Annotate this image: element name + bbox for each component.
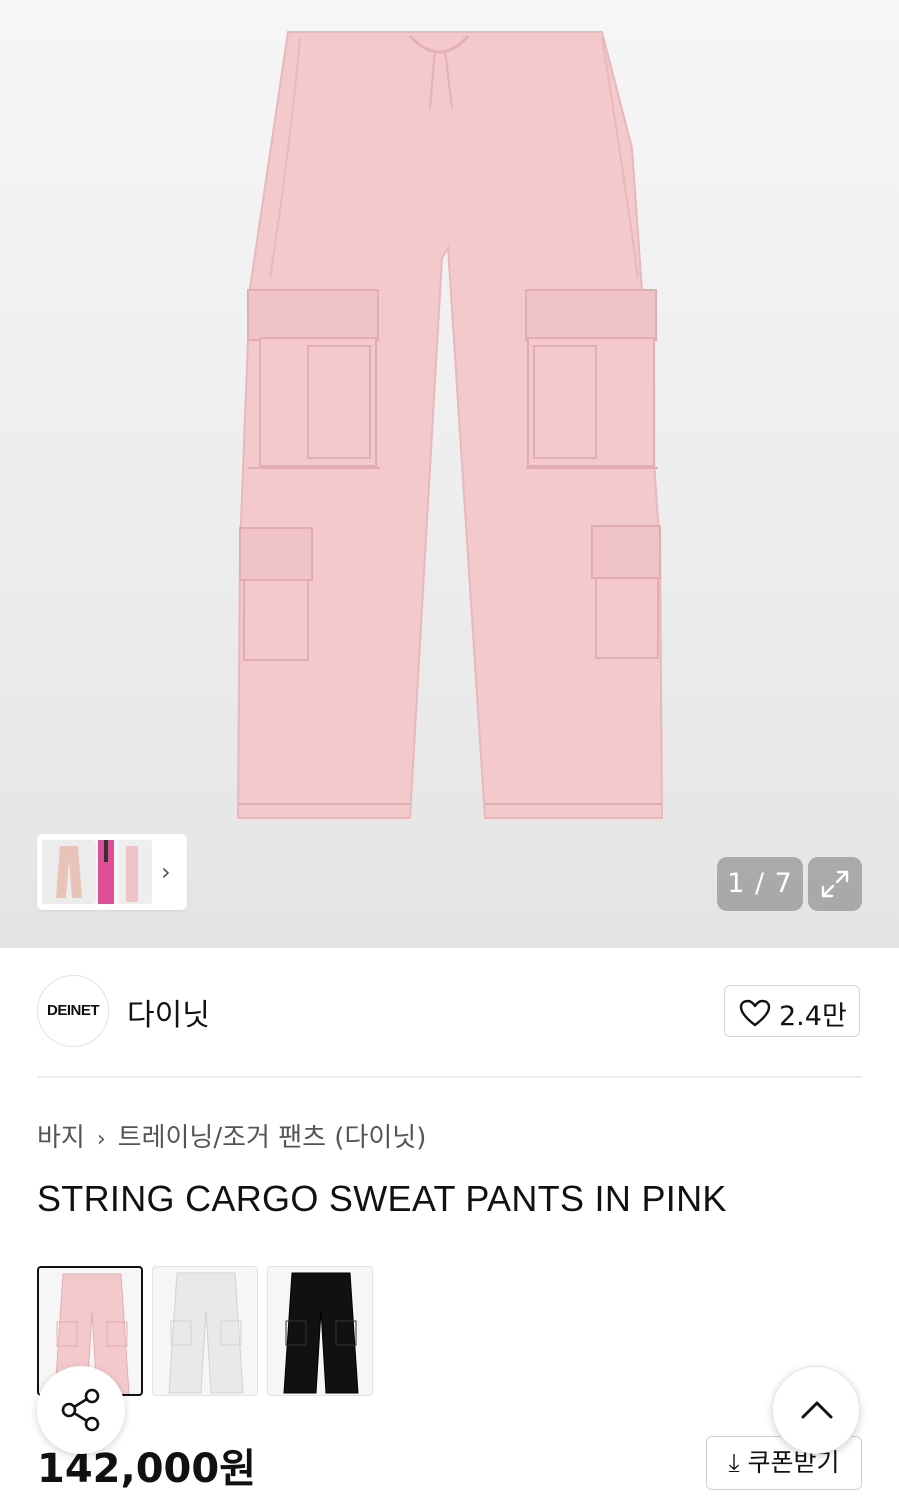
product-main-image: [236, 31, 664, 819]
expand-icon: [821, 870, 849, 898]
like-count: 2.4만: [779, 1001, 847, 1032]
image-counter: 1 / 7: [717, 857, 803, 911]
thumbnail-2-image: [96, 840, 152, 904]
color-option-black-image: [283, 1272, 359, 1394]
brand-name[interactable]: 다이닛: [127, 990, 210, 1034]
color-option-gray-image: [168, 1272, 244, 1394]
breadcrumb-item-subcategory[interactable]: 트레이닝/조거 팬츠 (다이닛): [118, 1123, 427, 1153]
product-title: STRING CARGO SWEAT PANTS IN PINK: [37, 1178, 727, 1219]
breadcrumb: 바지 › 트레이닝/조거 팬츠 (다이닛): [37, 1117, 426, 1154]
divider: [37, 1076, 862, 1078]
like-button[interactable]: 2.4만: [724, 985, 860, 1037]
thumbnail-next-icon[interactable]: ›: [161, 858, 171, 886]
brand-logo[interactable]: DEINET: [37, 975, 109, 1047]
image-thumbnail-strip[interactable]: ›: [37, 834, 187, 910]
share-icon: [61, 1388, 100, 1432]
breadcrumb-item-category[interactable]: 바지: [37, 1123, 85, 1153]
chevron-up-icon: [801, 1401, 833, 1419]
product-image-gallery[interactable]: › 1 / 7: [0, 0, 899, 948]
heart-icon: [739, 999, 771, 1027]
thumbnail-1[interactable]: [42, 840, 96, 904]
breadcrumb-separator: ›: [96, 1127, 106, 1152]
color-option-gray[interactable]: [152, 1266, 258, 1396]
expand-button[interactable]: [808, 857, 862, 911]
scroll-to-top-button[interactable]: [772, 1366, 860, 1454]
download-icon: ⤓: [728, 1448, 740, 1477]
thumbnail-1-image: [56, 846, 82, 898]
thumbnail-2[interactable]: [96, 840, 152, 904]
color-option-black[interactable]: [267, 1266, 373, 1396]
share-button[interactable]: [37, 1366, 125, 1454]
